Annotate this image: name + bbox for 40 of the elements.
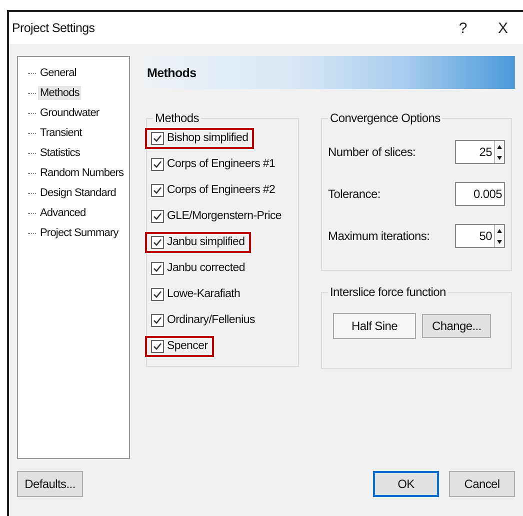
cancel-button[interactable]: Cancel	[449, 471, 515, 497]
spin-down-icon[interactable]	[495, 238, 504, 246]
tree-item[interactable]: General	[38, 66, 78, 80]
tree-item[interactable]: Statistics	[38, 146, 82, 160]
tree-item[interactable]: Methods	[38, 86, 82, 100]
spin-up-icon[interactable]	[495, 226, 504, 234]
spin-up-icon[interactable]	[495, 142, 504, 150]
tree-item[interactable]: Groundwater	[38, 106, 102, 120]
function-value: Half Sine	[333, 313, 416, 339]
tree-item[interactable]: Project Summary	[38, 226, 120, 240]
group-title: Convergence Options	[329, 111, 442, 125]
method-checkbox[interactable]: Corps of Engineers #1	[145, 154, 282, 174]
window-title: Project Settings	[12, 21, 96, 35]
spin-down-icon[interactable]	[495, 154, 504, 162]
field-label: Number of slices:	[328, 145, 416, 159]
group-title: Methods	[154, 111, 200, 125]
method-checkbox[interactable]: Janbu simplified	[145, 232, 251, 252]
tree-item[interactable]: Design Standard	[38, 186, 118, 200]
defaults-button[interactable]: Defaults...	[17, 471, 83, 497]
ok-button[interactable]: OK	[373, 471, 439, 497]
method-checkbox[interactable]: Lowe-Karafiath	[145, 284, 246, 304]
method-checkbox[interactable]: Corps of Engineers #2	[145, 180, 282, 200]
spinner-field[interactable]: 50	[455, 224, 505, 248]
method-checkbox[interactable]: Ordinary/Fellenius	[145, 310, 261, 330]
spinner-field[interactable]: 25	[455, 140, 505, 164]
group-title: Interslice force function	[329, 285, 447, 299]
method-checkbox[interactable]: Spencer	[145, 336, 214, 356]
close-button[interactable]: X	[483, 13, 523, 43]
method-checkbox[interactable]: GLE/Morgenstern-Price	[145, 206, 288, 226]
field-label: Tolerance:	[328, 187, 380, 201]
tree-item[interactable]: Transient	[38, 126, 84, 140]
method-checkbox[interactable]: Janbu corrected	[145, 258, 251, 278]
header-title: Methods	[147, 66, 196, 80]
tree-item[interactable]: Random Numbers	[38, 166, 126, 180]
change-button[interactable]: Change...	[422, 314, 492, 338]
help-button[interactable]: ?	[443, 13, 483, 43]
field-label: Maximum iterations:	[328, 229, 430, 243]
tree-item[interactable]: Advanced	[38, 206, 88, 220]
method-checkbox[interactable]: Bishop simplified	[145, 128, 254, 148]
input-field[interactable]: 0.005	[455, 182, 505, 206]
